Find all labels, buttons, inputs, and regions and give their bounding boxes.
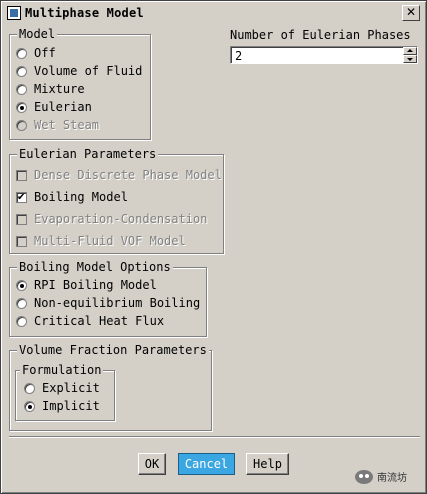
radio-volume-of-fluid[interactable] <box>16 65 27 77</box>
close-button[interactable]: ✕ <box>402 5 420 21</box>
help-button[interactable]: Help <box>246 453 289 475</box>
evaporation-condensation-option: Evaporation-Condensation <box>16 211 207 227</box>
radio-explicit[interactable] <box>24 382 35 394</box>
boiling-model-checkbox[interactable] <box>16 191 27 203</box>
boiling-options-legend: Boiling Model Options <box>17 260 173 274</box>
implicit-option[interactable]: Implicit <box>24 398 100 414</box>
volume-fraction-legend: Volume Fraction Parameters <box>17 343 209 357</box>
boiling-options-group: Boiling Model Options RPI Boiling Model … <box>9 260 207 337</box>
dense-discrete-phase-option: Dense Discrete Phase Model <box>16 167 222 183</box>
model-option-mixture[interactable]: Mixture <box>16 81 85 97</box>
eulerian-parameters-group: Eulerian Parameters Dense Discrete Phase… <box>9 147 224 254</box>
phases-value[interactable]: 2 <box>235 49 242 63</box>
rpi-boiling-option[interactable]: RPI Boiling Model <box>16 277 157 293</box>
dense-discrete-phase-checkbox <box>16 169 27 181</box>
multi-fluid-vof-option: Multi-Fluid VOF Model <box>16 233 186 249</box>
radio-eulerian[interactable] <box>16 101 27 113</box>
explicit-option[interactable]: Explicit <box>24 380 100 396</box>
stepper-arrows[interactable] <box>403 47 417 63</box>
formulation-legend: Formulation <box>20 363 104 377</box>
boiling-model-option[interactable]: Boiling Model <box>16 189 128 205</box>
model-option-eulerian[interactable]: Eulerian <box>16 99 92 115</box>
model-group: Model Off Volume of Fluid Mixture Euleri… <box>9 27 151 140</box>
title-bar[interactable]: Multiphase Model ✕ <box>3 3 424 23</box>
stepper-up-icon[interactable] <box>403 47 417 55</box>
multi-fluid-vof-checkbox <box>16 235 27 247</box>
stepper-down-icon[interactable] <box>403 55 417 63</box>
ok-button[interactable]: OK <box>138 453 166 475</box>
watermark: 南流坊 <box>355 469 407 484</box>
radio-critical-heat-flux[interactable] <box>16 315 27 327</box>
radio-mixture[interactable] <box>16 83 27 95</box>
phases-stepper[interactable]: 2 <box>230 46 418 64</box>
window-title: Multiphase Model <box>25 6 144 20</box>
model-option-volume-of-fluid[interactable]: Volume of Fluid <box>16 63 142 79</box>
radio-rpi-boiling[interactable] <box>16 279 27 291</box>
volume-fraction-group: Volume Fraction Parameters Formulation E… <box>9 343 212 431</box>
watermark-text: 南流坊 <box>377 473 407 484</box>
critical-heat-flux-option[interactable]: Critical Heat Flux <box>16 313 164 329</box>
eulerian-parameters-legend: Eulerian Parameters <box>17 147 159 161</box>
radio-off[interactable] <box>16 47 27 59</box>
formulation-group: Formulation Explicit Implicit <box>15 363 115 421</box>
cancel-button[interactable]: Cancel <box>178 453 235 475</box>
model-legend: Model <box>17 27 58 41</box>
model-option-wet-steam: Wet Steam <box>16 117 99 133</box>
wechat-icon <box>355 469 373 484</box>
phases-label: Number of Eulerian Phases <box>230 28 411 42</box>
app-icon <box>7 6 21 20</box>
separator <box>9 436 420 438</box>
model-option-off[interactable]: Off <box>16 45 56 61</box>
radio-wet-steam <box>16 119 27 131</box>
non-equilibrium-boiling-option[interactable]: Non-equilibrium Boiling <box>16 295 200 311</box>
multiphase-model-dialog: Multiphase Model ✕ Model Off Volume of F… <box>0 0 427 494</box>
radio-implicit[interactable] <box>24 400 35 412</box>
evaporation-condensation-checkbox <box>16 213 27 225</box>
close-icon: ✕ <box>405 5 417 19</box>
radio-non-equilibrium-boiling[interactable] <box>16 297 27 309</box>
